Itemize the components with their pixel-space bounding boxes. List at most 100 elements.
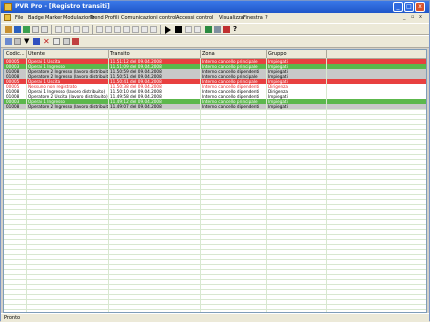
application-window: PVR Pro - [Registro transiti] _ □ x File…: [0, 0, 430, 322]
link-icon[interactable]: [214, 26, 221, 33]
menu-bar: File Badge Marker Modulazione Trend Prof…: [1, 13, 429, 23]
grid-line: [4, 234, 426, 235]
grid-header: Codic... Utente Transito Zona Gruppo: [4, 50, 426, 59]
monitor-icon[interactable]: [185, 26, 192, 33]
col-header-group[interactable]: Gruppo: [268, 51, 287, 57]
grid-line: [4, 284, 426, 285]
maximize-button[interactable]: □: [404, 2, 414, 12]
cut-icon[interactable]: [55, 26, 62, 33]
menu-visualizza[interactable]: Visualizza: [219, 15, 244, 21]
title-bar[interactable]: PVR Pro - [Registro transiti] _ □ x: [1, 1, 429, 13]
menu-trend[interactable]: Trend: [90, 15, 104, 21]
menu-file[interactable]: File: [15, 15, 23, 21]
menu-profili[interactable]: Profili: [105, 15, 119, 21]
grid-line: [4, 194, 426, 195]
grid-line: [4, 279, 426, 280]
filter-icon[interactable]: [141, 26, 148, 33]
grid-line: [4, 214, 426, 215]
grid-line: [4, 309, 426, 310]
grid-line: [4, 204, 426, 205]
previous-icon[interactable]: [105, 26, 112, 33]
mdi-close-icon[interactable]: x: [419, 14, 422, 20]
grid-column-line: [200, 58, 201, 312]
grid-line: [4, 254, 426, 255]
first-icon[interactable]: [96, 26, 103, 33]
grid-line: [4, 244, 426, 245]
document-icon[interactable]: [4, 14, 11, 21]
grid-line: [4, 189, 426, 190]
grid-icon[interactable]: [53, 38, 60, 45]
secondary-toolbar: ▼ ✕: [1, 35, 429, 48]
grid-line: [4, 219, 426, 220]
grid-line: [4, 159, 426, 160]
preview-icon[interactable]: [41, 26, 48, 33]
open-icon[interactable]: [5, 26, 12, 33]
grid-line: [4, 184, 426, 185]
paste-icon[interactable]: [73, 26, 80, 33]
col-header-code[interactable]: Codic...: [6, 51, 25, 57]
play-icon[interactable]: [165, 26, 171, 34]
print-icon[interactable]: [32, 26, 39, 33]
grid-line: [4, 109, 426, 110]
edit-icon[interactable]: [14, 38, 21, 45]
save-icon[interactable]: [14, 26, 21, 33]
list-icon[interactable]: [5, 38, 12, 45]
menu-accessi[interactable]: Accessi control: [176, 15, 213, 21]
minimize-button[interactable]: _: [393, 2, 403, 12]
grid-line: [4, 174, 426, 175]
find-icon[interactable]: [132, 26, 139, 33]
alarm-icon[interactable]: [72, 38, 79, 45]
close-button[interactable]: x: [415, 2, 425, 12]
grid-line: [4, 209, 426, 210]
copy-icon[interactable]: [64, 26, 71, 33]
grid-line: [4, 304, 426, 305]
funnel-icon[interactable]: ▼: [24, 37, 29, 45]
person-icon[interactable]: [223, 26, 230, 33]
help-icon[interactable]: ?: [233, 25, 237, 33]
app-icon: [4, 3, 12, 11]
report-icon[interactable]: [33, 38, 40, 45]
grid-line: [4, 229, 426, 230]
col-header-zone[interactable]: Zona: [202, 51, 215, 57]
grid-line: [4, 134, 426, 135]
delete-x-icon[interactable]: ✕: [43, 37, 50, 46]
mdi-restore-icon[interactable]: ▫: [411, 14, 414, 20]
grid-line: [4, 129, 426, 130]
grid-line: [4, 249, 426, 250]
grid-line: [4, 274, 426, 275]
grid-line: [4, 294, 426, 295]
grid-line: [4, 179, 426, 180]
menu-comunicazioni[interactable]: Comunicazioni control: [121, 15, 177, 21]
menu-help[interactable]: ?: [265, 15, 268, 21]
last-icon[interactable]: [123, 26, 130, 33]
grid-column-line: [266, 58, 267, 312]
refresh-icon[interactable]: [23, 26, 30, 33]
mdi-minimize-icon[interactable]: _: [403, 14, 406, 20]
transits-grid[interactable]: Codic... Utente Transito Zona Gruppo 000…: [3, 49, 427, 313]
grid-line: [4, 259, 426, 260]
grid-column-line: [326, 58, 327, 312]
menu-marker[interactable]: Marker: [45, 15, 62, 21]
grid-line: [4, 239, 426, 240]
col-header-transit[interactable]: Transito: [110, 51, 130, 57]
menu-badge[interactable]: Badge: [28, 15, 44, 21]
settings-icon[interactable]: [150, 26, 157, 33]
grid-line: [4, 289, 426, 290]
delete-icon[interactable]: [82, 26, 89, 33]
grid-column-line: [26, 58, 27, 312]
window-icon[interactable]: [194, 26, 201, 33]
grid-line: [4, 114, 426, 115]
grid-line: [4, 139, 426, 140]
col-header-user[interactable]: Utente: [28, 51, 45, 57]
menu-finestra[interactable]: Finestra: [243, 15, 263, 21]
grid-line: [4, 119, 426, 120]
grid-line: [4, 164, 426, 165]
next-icon[interactable]: [114, 26, 121, 33]
grid-line: [4, 154, 426, 155]
tools-icon[interactable]: [63, 38, 70, 45]
status-text: Pronto: [4, 315, 21, 321]
grid-line: [4, 169, 426, 170]
window-title: PVR Pro - [Registro transiti]: [15, 3, 110, 10]
stop-icon[interactable]: [175, 26, 182, 33]
export-icon[interactable]: [205, 26, 212, 33]
